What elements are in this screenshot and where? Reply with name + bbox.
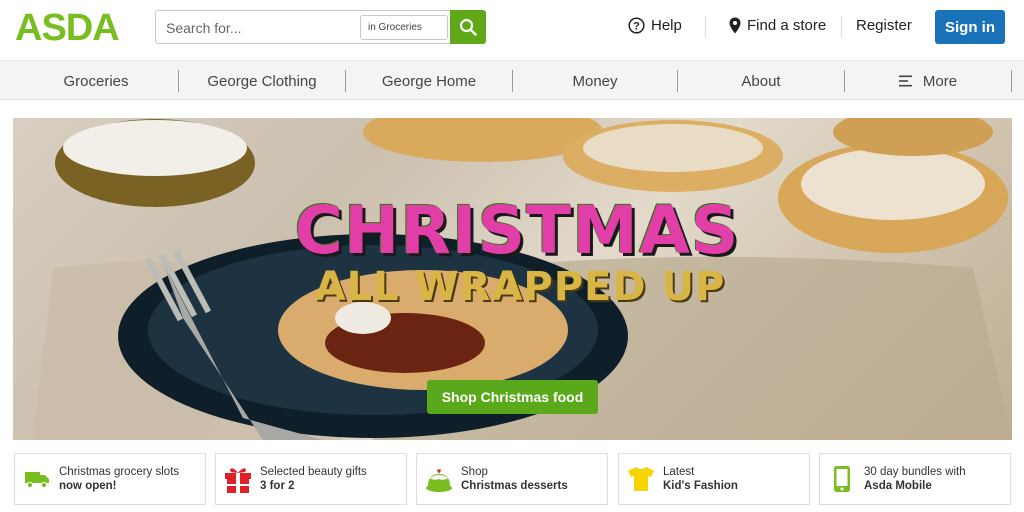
site-header: ASDA in Groceries ? Help Find a store Re…: [0, 0, 1024, 58]
promo-line1: 30 day bundles with: [864, 466, 966, 478]
promo-text: Christmas grocery slots now open!: [59, 465, 179, 493]
tshirt-icon: [628, 467, 654, 491]
nav-item-george-clothing[interactable]: George Clothing: [179, 61, 345, 101]
nav-more-label: More: [922, 72, 958, 90]
hero-banner[interactable]: CHRISTMAS ALL WRAPPED UP Shop Christmas …: [13, 118, 1012, 440]
register-label: Register: [856, 17, 912, 34]
nav-item-money[interactable]: Money: [513, 61, 677, 101]
promo-line1: Selected beauty gifts: [260, 466, 367, 478]
promo-text: 30 day bundles with Asda Mobile: [864, 465, 966, 493]
search-icon: [459, 18, 477, 36]
promo-line1: Christmas grocery slots: [59, 466, 180, 478]
promo-tile-beauty-gifts[interactable]: Selected beauty gifts 3 for 2: [215, 453, 407, 505]
header-divider: [705, 16, 706, 38]
promo-text: Latest Kid's Fashion: [663, 465, 738, 493]
nav-divider: [1011, 70, 1012, 92]
location-pin-icon: [729, 17, 741, 34]
search-input[interactable]: [166, 18, 356, 38]
promo-line2: Asda Mobile: [864, 480, 932, 492]
hero-subheadline: ALL WRAPPED UP: [314, 264, 726, 310]
promo-line1: Latest: [663, 466, 695, 478]
search-scope-select[interactable]: in Groceries: [360, 15, 448, 40]
nav-item-about[interactable]: About: [678, 61, 844, 101]
nav-item-george-home[interactable]: George Home: [346, 61, 512, 101]
promo-line1: Shop: [461, 466, 488, 478]
help-label: Help: [651, 17, 682, 34]
gift-icon: [225, 468, 251, 493]
promo-line2: Christmas desserts: [461, 480, 568, 492]
promo-tile-asda-mobile[interactable]: 30 day bundles with Asda Mobile: [819, 453, 1011, 505]
delivery-van-icon: [25, 472, 49, 489]
sign-in-button[interactable]: Sign in: [935, 10, 1005, 44]
help-icon: ?: [628, 17, 645, 34]
menu-icon: [898, 75, 912, 87]
hero-headline: CHRISTMAS: [294, 192, 740, 269]
promo-text: Selected beauty gifts 3 for 2: [260, 465, 367, 493]
promo-line2: 3 for 2: [260, 480, 295, 492]
asda-logo[interactable]: ASDA: [15, 9, 120, 47]
register-link[interactable]: Register: [856, 17, 912, 34]
header-divider: [841, 16, 842, 38]
mobile-phone-icon: [834, 466, 850, 492]
nav-item-more[interactable]: More: [845, 61, 1011, 101]
promo-tile-kids-fashion[interactable]: Latest Kid's Fashion: [618, 453, 810, 505]
promo-line2: Kid's Fashion: [663, 480, 738, 492]
search-box: in Groceries: [155, 10, 451, 44]
promo-tile-christmas-desserts[interactable]: Shop Christmas desserts: [416, 453, 608, 505]
promo-line2: now open!: [59, 480, 117, 492]
svg-text:?: ?: [633, 21, 640, 33]
promo-text: Shop Christmas desserts: [461, 465, 568, 493]
find-store-link[interactable]: Find a store: [729, 17, 826, 34]
main-navigation: Groceries George Clothing George Home Mo…: [0, 60, 1024, 100]
search-button[interactable]: [450, 10, 486, 44]
dessert-icon: [426, 469, 452, 492]
nav-item-groceries[interactable]: Groceries: [14, 61, 178, 101]
promo-tile-grocery-slots[interactable]: Christmas grocery slots now open!: [14, 453, 206, 505]
help-link[interactable]: ? Help: [628, 17, 682, 34]
find-store-label: Find a store: [747, 17, 827, 34]
shop-christmas-food-button[interactable]: Shop Christmas food: [427, 380, 598, 414]
